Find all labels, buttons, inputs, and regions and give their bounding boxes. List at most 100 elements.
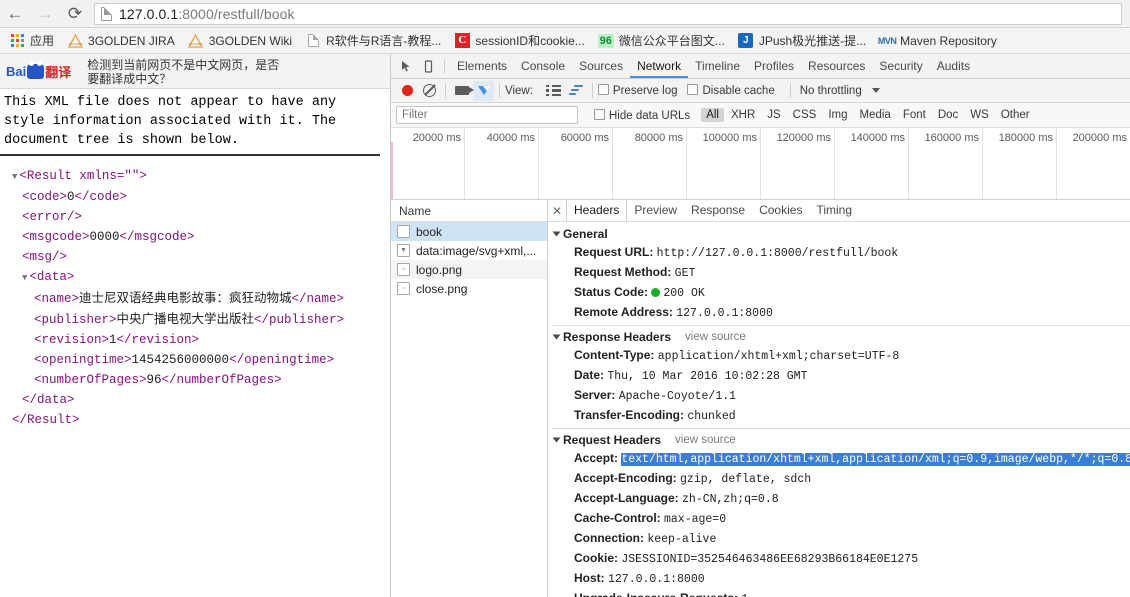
view-label: View: [505, 84, 533, 97]
clear-button[interactable] [418, 80, 440, 101]
filter-type-xhr[interactable]: XHR [726, 108, 760, 122]
xml-close-tag: </revision> [116, 333, 200, 347]
url-text: 127.0.0.1:8000/restfull/book [119, 6, 295, 22]
hide-data-urls-checkbox[interactable] [594, 108, 605, 120]
filter-type-font[interactable]: Font [898, 108, 931, 122]
xml-tag: <name> [34, 292, 80, 306]
xml-twisty-icon[interactable]: ▼ [22, 273, 27, 283]
view-source-link[interactable]: view source [685, 331, 746, 343]
bookmark-wiki[interactable]: 3GOLDEN 3GOLDEN Wiki [185, 30, 299, 52]
detail-tab-response[interactable]: Response [684, 200, 752, 221]
close-icon[interactable]: ✕ [548, 200, 566, 221]
header-value[interactable]: application/xhtml+xml;charset=UTF-8 [658, 350, 900, 363]
header-value[interactable]: JSESSIONID=352546463486EE68293B66184E0E1… [621, 553, 918, 566]
reload-button[interactable]: ⟳ [60, 0, 90, 28]
inspect-element-icon[interactable] [395, 56, 417, 77]
preserve-log-label: Preserve log [612, 85, 678, 97]
header-value[interactable]: max-age=0 [664, 513, 726, 526]
hide-data-urls-option[interactable]: Hide data URLs [594, 108, 690, 122]
bookmark-label: JPush极光推送-提... [758, 33, 867, 48]
preserve-log-option[interactable]: Preserve log [597, 84, 678, 97]
detail-tab-preview[interactable]: Preview [627, 200, 684, 221]
filter-toggle-button[interactable] [473, 80, 494, 101]
bookmarks-bar: 应用 3GOLDEN 3GOLDEN JIRA 3GOLDEN 3GOLDEN … [0, 28, 1130, 54]
bookmark-maven-repository[interactable]: MVN Maven Repository [876, 30, 1004, 52]
header-value[interactable]: http://127.0.0.1:8000/restfull/book [657, 247, 899, 260]
headers-section-title[interactable]: General [552, 225, 1130, 243]
tab-resources[interactable]: Resources [801, 54, 872, 78]
svg-doc-icon: ▼ [397, 244, 410, 257]
forward-button[interactable]: → [30, 0, 60, 28]
bookmark-r-tutorial[interactable]: R软件与R语言-教程... [302, 30, 448, 52]
detail-tab-timing[interactable]: Timing [809, 200, 859, 221]
header-value[interactable]: GET [675, 267, 696, 280]
disable-cache-checkbox[interactable] [687, 84, 699, 95]
request-row[interactable]: ▼ data:image/svg+xml,... [391, 241, 547, 260]
tab-timeline[interactable]: Timeline [688, 54, 747, 78]
tab-console[interactable]: Console [514, 54, 572, 78]
page-info-icon[interactable] [101, 6, 112, 21]
tab-security[interactable]: Security [872, 54, 929, 78]
bookmark-jira[interactable]: 3GOLDEN 3GOLDEN JIRA [64, 30, 182, 52]
detail-tab-headers[interactable]: Headers [566, 200, 628, 221]
record-button[interactable] [396, 80, 418, 101]
device-toolbar-icon[interactable] [417, 56, 439, 77]
tab-network[interactable]: Network [630, 54, 689, 78]
filter-type-js[interactable]: JS [762, 108, 785, 122]
list-view-icon[interactable] [543, 80, 565, 101]
header-value[interactable]: gzip, deflate, sdch [680, 473, 811, 486]
filter-type-media[interactable]: Media [855, 108, 896, 122]
throttling-select[interactable]: No throttling [800, 85, 862, 97]
detail-tab-cookies[interactable]: Cookies [752, 200, 809, 221]
header-value[interactable]: Apache-Coyote/1.1 [619, 390, 736, 403]
baidu-translate-bar: Bai 翻译 检测到当前网页不是中文网页，是否要翻译成中文？ [0, 54, 390, 89]
xml-tag: <code> [22, 190, 68, 204]
filter-type-css[interactable]: CSS [788, 108, 822, 122]
waterfall-view-icon[interactable] [565, 80, 587, 101]
status-ok-icon [651, 288, 661, 297]
header-key: Request Method: [574, 265, 675, 279]
timeline-tick-label: 20000 ms [412, 132, 461, 144]
header-value[interactable]: keep-alive [647, 533, 716, 546]
back-button[interactable]: ← [0, 0, 30, 28]
filter-type-doc[interactable]: Doc [933, 108, 963, 122]
header-value[interactable]: Thu, 10 Mar 2016 10:02:28 GMT [607, 370, 807, 383]
section-label: General [563, 227, 608, 241]
headers-section-title[interactable]: Response Headers view source [552, 325, 1130, 346]
view-source-link[interactable]: view source [675, 434, 736, 446]
header-value[interactable]: 127.0.0.1:8000 [608, 573, 705, 586]
address-bar[interactable]: 127.0.0.1:8000/restfull/book [94, 2, 1122, 25]
filter-type-ws[interactable]: WS [965, 108, 994, 122]
header-value[interactable]: zh-CN,zh;q=0.8 [682, 493, 779, 506]
header-value[interactable]: 1 [741, 593, 748, 597]
disable-cache-option[interactable]: Disable cache [687, 84, 775, 97]
bookmark-jpush[interactable]: J JPush极光推送-提... [735, 30, 873, 52]
tab-elements[interactable]: Elements [450, 54, 514, 78]
network-timeline-overview[interactable]: 20000 ms 40000 ms 60000 ms 80000 ms 100000 m… [391, 128, 1130, 200]
bookmark-apps[interactable]: 应用 [6, 30, 61, 52]
capture-screenshots-icon[interactable] [451, 80, 474, 101]
headers-section-title[interactable]: Request Headers view source [552, 428, 1130, 449]
header-value[interactable]: 127.0.0.1:8000 [676, 307, 773, 320]
filter-input[interactable] [396, 106, 578, 124]
bookmark-weixin-platform[interactable]: 96 微信公众平台图文... [595, 30, 732, 52]
header-value[interactable]: chunked [687, 410, 735, 423]
xml-twisty-icon[interactable]: ▼ [12, 172, 17, 182]
tab-sources[interactable]: Sources [572, 54, 630, 78]
tab-audits[interactable]: Audits [930, 54, 977, 78]
request-row[interactable]: ▫ logo.png [391, 260, 547, 279]
xml-value: 中央广播电视大学出版社 [116, 312, 255, 326]
preserve-log-checkbox[interactable] [597, 84, 609, 95]
request-row[interactable]: ▫ close.png [391, 279, 547, 298]
section-label: Response Headers [563, 330, 672, 344]
header-value[interactable]: text/html,application/xhtml+xml,applicat… [621, 453, 1130, 466]
request-row[interactable]: book [391, 222, 547, 241]
filter-type-all[interactable]: All [701, 108, 724, 122]
filter-type-other[interactable]: Other [996, 108, 1035, 122]
filter-type-img[interactable]: Img [823, 108, 852, 122]
xml-node: ▼ <Result xmlns=""> [6, 166, 390, 187]
bookmark-sessionid-cookie[interactable]: C sessionID和cookie... [451, 30, 591, 52]
header-value[interactable]: 200 OK [663, 287, 704, 300]
chevron-down-icon[interactable] [871, 88, 880, 93]
tab-profiles[interactable]: Profiles [747, 54, 801, 78]
